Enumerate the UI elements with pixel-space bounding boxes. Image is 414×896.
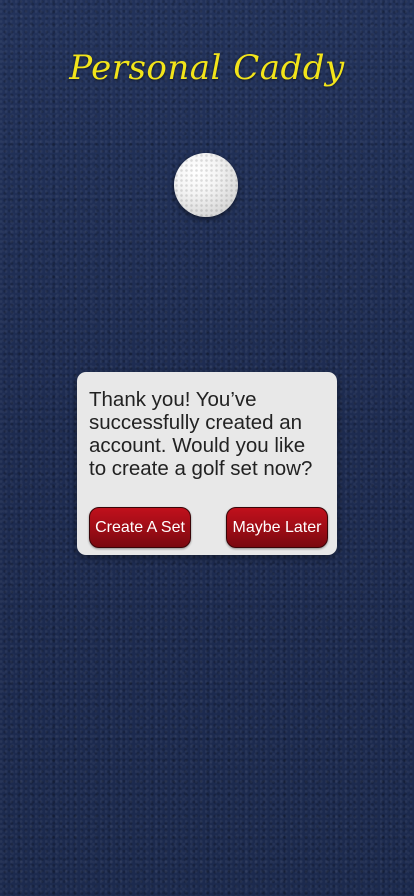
golf-ball-icon xyxy=(174,153,238,217)
create-set-button[interactable]: Create A Set xyxy=(89,507,191,548)
maybe-later-button[interactable]: Maybe Later xyxy=(226,507,328,548)
dialog-message: Thank you! You’ve successfully created a… xyxy=(89,388,313,480)
confirmation-dialog: Thank you! You’ve successfully created a… xyxy=(77,372,337,555)
app-title: Personal Caddy xyxy=(69,48,345,88)
